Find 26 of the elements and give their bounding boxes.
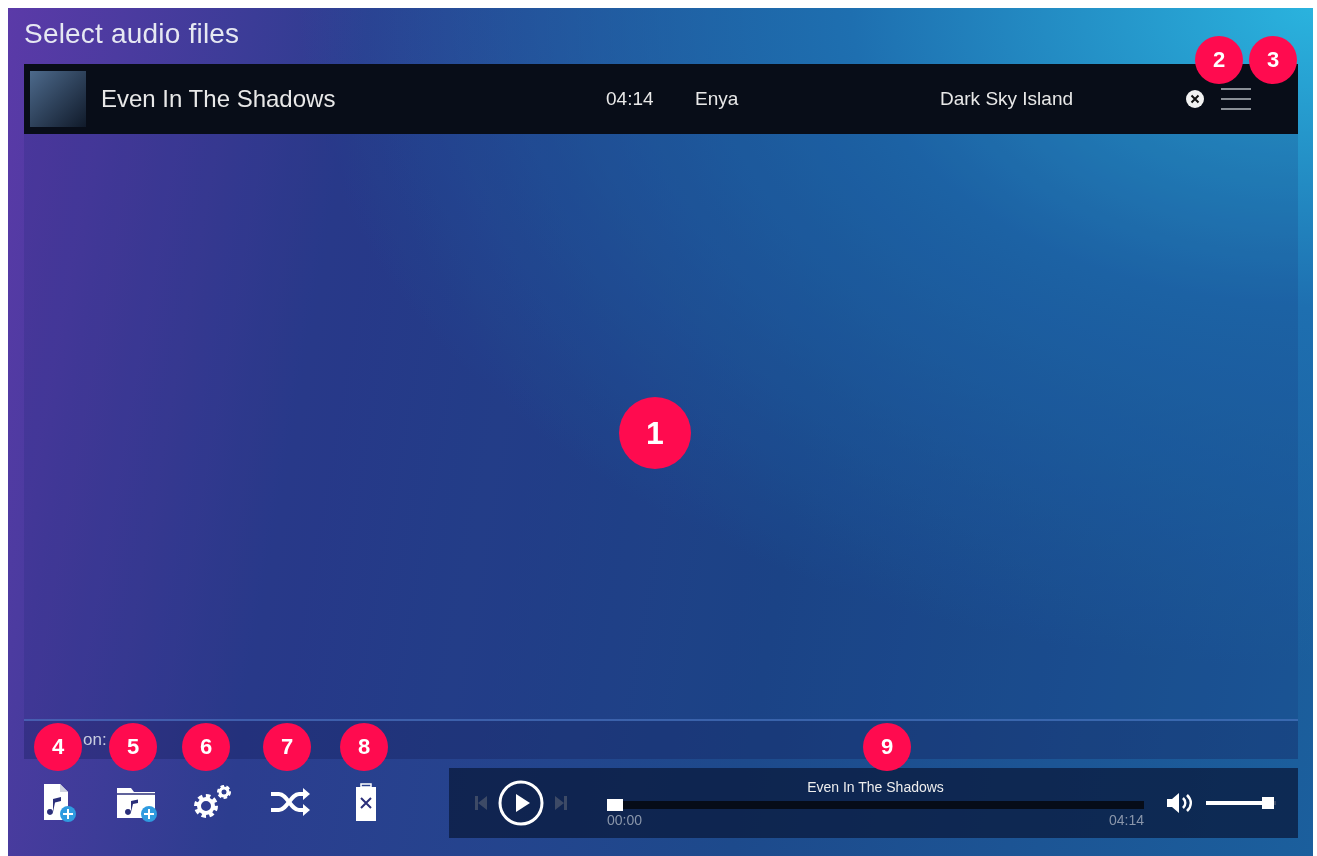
total-time: 04:14 (1108, 811, 1144, 828)
album-cover-placeholder (30, 71, 86, 127)
callout-badge: 5 (109, 723, 157, 771)
speaker-icon[interactable] (1166, 792, 1194, 814)
callout-badge: 3 (1249, 36, 1297, 84)
track-album: Dark Sky Island (940, 88, 1075, 110)
play-icon[interactable] (497, 779, 545, 827)
now-playing-title: Even In The Shadows (806, 778, 945, 795)
elapsed-time: 00:00 (607, 811, 643, 828)
callout-badge: 7 (263, 723, 311, 771)
track-duration: 04:14 (606, 88, 655, 110)
menu-icon[interactable] (1221, 86, 1251, 112)
remove-icon[interactable] (1185, 89, 1205, 109)
window-title: Select audio files (24, 18, 240, 49)
callout-badge: 6 (182, 723, 230, 771)
callout-badge: 2 (1195, 36, 1243, 84)
volume-thumb[interactable] (1261, 797, 1274, 809)
track-title: Even In The Shadows (101, 85, 337, 113)
callout-badge: 8 (340, 723, 388, 771)
seek-bar[interactable] (607, 800, 1144, 809)
track-artist: Enya (695, 88, 740, 110)
callout-badge: 4 (34, 723, 82, 771)
callout-badge: 9 (863, 723, 911, 771)
status-text: on: (83, 730, 107, 750)
callout-badge: 1 (619, 397, 691, 469)
seek-thumb[interactable] (607, 798, 623, 811)
